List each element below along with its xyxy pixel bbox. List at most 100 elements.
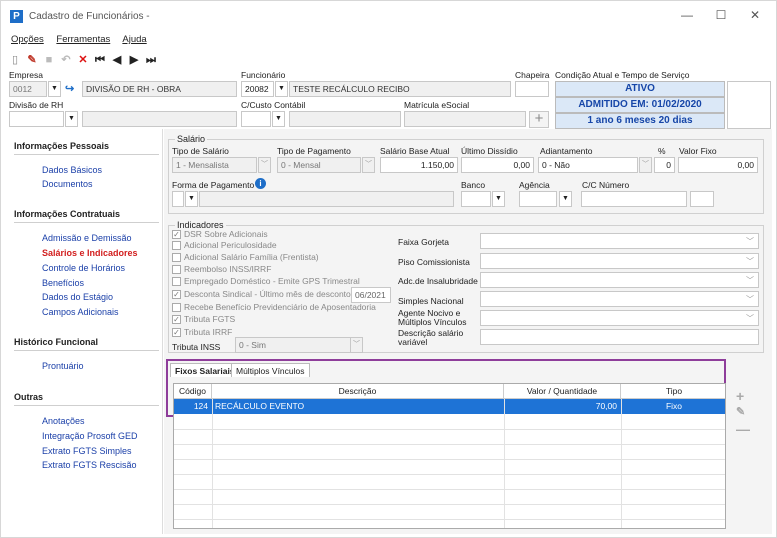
check-reembolso[interactable]: Reembolso INSS/IRRF [172,264,271,274]
tab-fixos-salariais[interactable]: Fixos Salariais [170,363,240,377]
sindical-month-field[interactable]: 06/2021 [351,287,391,303]
cc-numero-field[interactable] [581,191,687,207]
tipo-pagamento-select[interactable]: 0 - Mensal [277,157,361,173]
checkbox-icon[interactable] [172,240,181,250]
sidebar-item-anotacoes[interactable]: Anotações [42,416,85,426]
tab-multiplos-vinculos[interactable]: Múltiplos Vínculos [231,363,310,377]
previous-record-icon[interactable]: ◀ [111,54,123,66]
col-valor[interactable]: Valor / Quantidade [504,384,621,399]
sidebar-item-estagio[interactable]: Dados do Estágio [42,292,113,302]
adiantamento-dropdown-icon[interactable]: ﹀ [639,157,652,173]
sidebar-item-salarios[interactable]: Salários e Indicadores [42,248,138,258]
next-record-icon[interactable]: ▶ [128,54,140,66]
sidebar-item-fgts-simples[interactable]: Extrato FGTS Simples [42,446,132,456]
sidebar-item-dados-basicos[interactable]: Dados Básicos [42,165,102,175]
checkbox-icon[interactable] [172,302,181,312]
adiantamento-select[interactable]: 0 - Não [538,157,638,173]
divisao-dropdown-icon[interactable]: ▼ [65,111,78,127]
photo-box[interactable] [727,81,771,129]
new-document-icon[interactable]: ▯ [9,54,21,66]
check-aposentadoria[interactable]: Recebe Benefício Previdenciário de Apose… [172,302,376,312]
percent-field[interactable]: 0 [654,157,675,173]
agencia-dropdown-icon[interactable]: ▼ [559,191,572,207]
sidebar-item-admissao[interactable]: Admissão e Demissão [42,233,132,243]
funcionario-code-field[interactable]: 20082 [241,81,274,97]
arrow-link-icon[interactable]: ↪ [65,82,81,96]
sidebar-item-fgts-rescisao[interactable]: Extrato FGTS Rescisão [42,460,137,470]
sidebar-item-prosoft-ged[interactable]: Integração Prosoft GED [42,431,138,441]
sidebar-item-prontuario[interactable]: Prontuário [42,361,84,371]
divisao-field[interactable] [9,111,64,127]
menu-opcoes[interactable]: Opções [11,34,44,45]
check-irrf[interactable]: ✓ Tributa IRRF [172,327,232,337]
undo-icon[interactable]: ↶ [60,54,72,66]
matricula-field[interactable] [404,111,526,127]
check-dsr[interactable]: ✓ DSR Sobre Adicionais [172,229,268,239]
tributa-inss-dropdown-icon[interactable]: ﹀ [350,337,363,353]
grid-line [174,459,725,460]
checkbox-icon[interactable] [172,276,181,286]
empresa-code-field[interactable]: 0012 [9,81,47,97]
insalubridade-select[interactable] [480,272,759,288]
check-sindical[interactable]: ✓ Desconta Sindical - Último mês de desco… [172,289,351,299]
menu-ferramentas[interactable]: Ferramentas [56,34,110,45]
sidebar-item-horarios[interactable]: Controle de Horários [42,263,125,273]
remove-row-icon[interactable]: — [736,421,750,437]
delete-icon[interactable]: ✕ [77,54,89,66]
piso-comissionista-select[interactable] [480,253,759,269]
ccusto-field[interactable] [241,111,271,127]
dissidio-field[interactable]: 0,00 [461,157,534,173]
funcionario-dropdown-icon[interactable]: ▼ [275,81,288,97]
tipo-salario-dropdown-icon[interactable]: ﹀ [258,157,271,173]
chapeira-field[interactable] [515,81,549,97]
col-tipo[interactable]: Tipo [621,384,725,399]
close-icon[interactable]: ✕ [745,7,765,23]
ccusto-label: C/Custo Contábil [241,100,306,110]
sidebar-item-campos[interactable]: Campos Adicionais [42,307,119,317]
banco-field[interactable] [461,191,491,207]
cc-digito-field[interactable] [690,191,714,207]
checkbox-icon[interactable] [172,252,181,262]
tipo-pagamento-dropdown-icon[interactable]: ﹀ [362,157,375,173]
valor-fixo-field[interactable]: 0,00 [678,157,758,173]
check-domestico[interactable]: Empregado Doméstico - Emite GPS Trimestr… [172,276,360,286]
info-icon[interactable]: i [255,178,266,189]
add-row-icon[interactable]: + [736,388,744,404]
last-record-icon[interactable]: ⏭ [145,54,157,66]
checkbox-icon[interactable]: ✓ [172,289,181,299]
agencia-field[interactable] [519,191,557,207]
checkbox-icon[interactable]: ✓ [172,229,181,239]
simples-nacional-select[interactable] [480,291,759,307]
edit-pencil-icon[interactable]: ✎ [26,54,38,66]
empresa-dropdown-icon[interactable]: ▼ [48,81,61,97]
col-descricao[interactable]: Descrição [212,384,504,399]
sidebar-item-documentos[interactable]: Documentos [42,179,93,189]
banco-dropdown-icon[interactable]: ▼ [492,191,505,207]
checkbox-icon[interactable]: ✓ [172,327,181,337]
checkbox-icon[interactable]: ✓ [172,314,181,324]
edit-row-icon[interactable]: ✎ [736,405,745,418]
grid-line [174,474,725,475]
check-periculosidade[interactable]: Adicional Periculosidade [172,240,277,250]
agente-nocivo-select[interactable] [480,310,759,326]
minimize-icon[interactable]: — [677,7,697,23]
descricao-variavel-field[interactable] [480,329,759,345]
tipo-salario-select[interactable]: 1 - Mensalista [172,157,257,173]
checkbox-icon[interactable] [172,264,181,274]
ccusto-dropdown-icon[interactable]: ▼ [272,111,285,127]
faixa-gorjeta-select[interactable] [480,233,759,249]
check-salario-familia[interactable]: Adicional Salário Família (Frentista) [172,252,319,262]
forma-pagamento-dropdown-icon[interactable]: ▼ [185,191,198,207]
col-codigo[interactable]: Código [174,384,212,399]
check-fgts[interactable]: ✓ Tributa FGTS [172,314,235,324]
tributa-inss-select[interactable]: 0 - Sim [235,337,351,353]
first-record-icon[interactable]: ⏮ [94,54,106,66]
add-matricula-icon[interactable]: + [529,111,549,128]
maximize-icon[interactable]: ☐ [711,7,731,23]
table-row[interactable]: 124 RECÁLCULO EVENTO 70,00 Fixo [174,399,725,414]
menu-ajuda[interactable]: Ajuda [122,34,146,45]
salario-base-field[interactable]: 1.150,00 [380,157,458,173]
save-icon[interactable]: ■ [43,54,55,66]
forma-pagamento-field[interactable] [172,191,184,207]
sidebar-item-beneficios[interactable]: Benefícios [42,278,84,288]
